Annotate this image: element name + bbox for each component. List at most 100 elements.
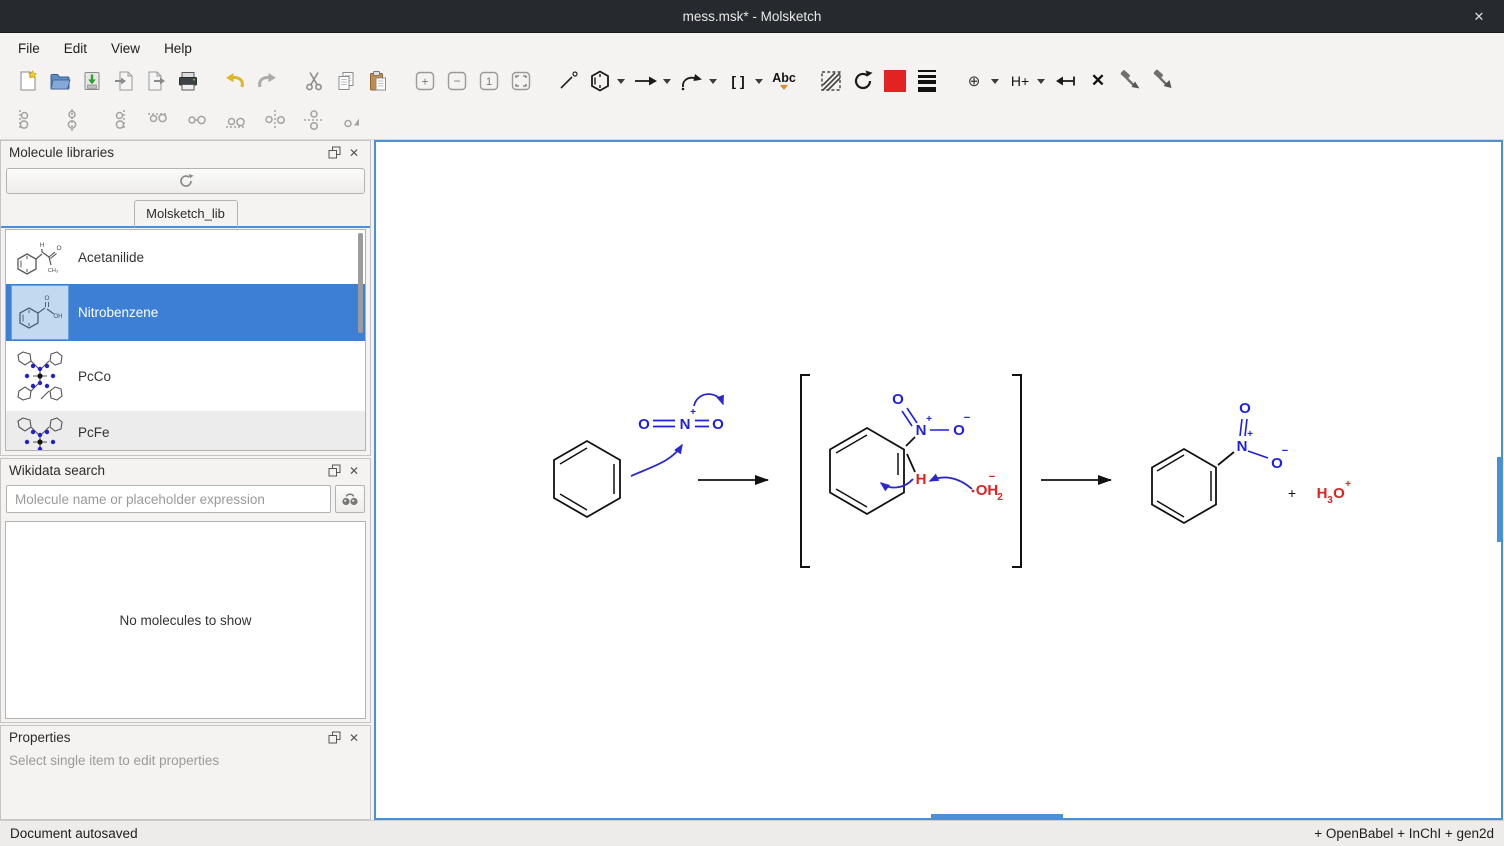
- menu-help[interactable]: Help: [152, 37, 204, 60]
- align-right-icon: [106, 107, 132, 133]
- hydrogen-tool-dropdown-icon[interactable]: [1037, 79, 1045, 84]
- arrow-tool-dropdown-icon[interactable]: [663, 79, 671, 84]
- molecule-search-input[interactable]: [6, 485, 331, 513]
- open-document-button[interactable]: [44, 65, 76, 97]
- paste-button[interactable]: [362, 65, 394, 97]
- angle-icon: [340, 107, 366, 133]
- mechanism-arrow-n-to-o[interactable]: [694, 394, 723, 406]
- molecule-libraries-header: Molecule libraries ✕: [1, 141, 370, 164]
- mechanism-arrow-tool-button[interactable]: [676, 65, 708, 97]
- mechanism-arrow-ch-to-ring[interactable]: [881, 479, 913, 488]
- line-width-tool-button[interactable]: [911, 65, 943, 97]
- save-document-button[interactable]: [76, 65, 108, 97]
- list-item-pcfe[interactable]: PcFe: [6, 411, 365, 451]
- drawing-canvas[interactable]: O N + O N + O: [374, 140, 1503, 820]
- molecule-hydronium[interactable]: H 3 O +: [1317, 479, 1352, 506]
- tab-molsketch-lib[interactable]: Molsketch_lib: [134, 200, 238, 228]
- import-document-button[interactable]: [108, 65, 140, 97]
- svg-text:CH₃: CH₃: [48, 268, 58, 274]
- mechanism-arrow-dropdown-icon[interactable]: [709, 79, 717, 84]
- text-tool-button[interactable]: Abc: [768, 65, 800, 97]
- molecule-nitronium[interactable]: O N + O: [638, 407, 724, 433]
- charge-tool-button[interactable]: ⊕: [958, 65, 990, 97]
- scissors-icon: [303, 70, 325, 92]
- copy-button[interactable]: [330, 65, 362, 97]
- svg-text:O: O: [56, 245, 61, 252]
- mechanism-arrow-ring-to-n[interactable]: [631, 445, 682, 476]
- align-right-button[interactable]: [104, 105, 134, 135]
- align-horizontal-center-button[interactable]: [182, 105, 212, 135]
- cut-button[interactable]: [298, 65, 330, 97]
- redo-button[interactable]: [251, 65, 283, 97]
- molecule-benzene-reactant[interactable]: [554, 441, 620, 517]
- window-close-button[interactable]: ✕: [1464, 0, 1494, 33]
- menu-file[interactable]: File: [6, 37, 52, 60]
- align-bottom-button[interactable]: [221, 105, 251, 135]
- svg-text:−: −: [989, 471, 995, 483]
- distribute-vertical-button[interactable]: [299, 105, 329, 135]
- bracket-tool-button[interactable]: [ ]: [722, 65, 754, 97]
- delete-tool-button[interactable]: ✕: [1082, 65, 1114, 97]
- draw-bond-tool-button[interactable]: [552, 65, 584, 97]
- svg-text:N: N: [1237, 438, 1248, 455]
- canvas-vertical-scrollbar[interactable]: [1497, 457, 1501, 542]
- bracket-tool-dropdown-icon[interactable]: [755, 79, 763, 84]
- zoom-fit-button[interactable]: [505, 65, 537, 97]
- wikidata-close-button[interactable]: ✕: [344, 462, 364, 480]
- properties-close-button[interactable]: ✕: [344, 729, 364, 747]
- angle-tool-button[interactable]: [338, 105, 368, 135]
- svg-text:H: H: [916, 471, 927, 488]
- hydrogen-tool-button[interactable]: H+: [1004, 65, 1036, 97]
- selection-hatch-icon: [819, 69, 843, 93]
- align-vertical-center-button[interactable]: [57, 105, 87, 135]
- molecule-nitrobenzene-product[interactable]: N + O O −: [1152, 400, 1288, 523]
- optimize-structure-alt-button[interactable]: [1146, 65, 1178, 97]
- list-item-nitrobenzene[interactable]: O OH Nitrobenzene: [6, 284, 365, 341]
- selection-tool-button[interactable]: [815, 65, 847, 97]
- export-document-button[interactable]: [140, 65, 172, 97]
- title-bar[interactable]: mess.msk* - Molsketch ✕: [0, 0, 1504, 33]
- properties-float-button[interactable]: [324, 729, 344, 747]
- libraries-close-button[interactable]: ✕: [344, 144, 364, 162]
- optimize-structure-button[interactable]: [1114, 65, 1146, 97]
- zoom-original-button[interactable]: 1: [473, 65, 505, 97]
- align-top-button[interactable]: [143, 105, 173, 135]
- wikidata-search-title: Wikidata search: [9, 463, 105, 478]
- ring-tool-button[interactable]: [584, 65, 616, 97]
- arrow-tool-button[interactable]: [630, 65, 662, 97]
- mechanism-arrow-base-to-h[interactable]: [930, 477, 972, 489]
- charge-tool-dropdown-icon[interactable]: [991, 79, 999, 84]
- list-item-pcco[interactable]: PcCo: [6, 341, 365, 411]
- search-button[interactable]: [335, 485, 365, 513]
- zoom-out-button[interactable]: −: [441, 65, 473, 97]
- menu-edit[interactable]: Edit: [52, 37, 99, 60]
- svg-text:+: +: [926, 414, 932, 425]
- print-button[interactable]: [172, 65, 204, 97]
- canvas-horizontal-scrollbar[interactable]: [931, 814, 1063, 818]
- libraries-float-button[interactable]: [324, 144, 344, 162]
- arrow-tick-tool-button[interactable]: [1050, 65, 1082, 97]
- list-item-acetanilide[interactable]: H O CH₃ Acetanilide: [6, 230, 365, 284]
- menu-view[interactable]: View: [99, 37, 152, 60]
- align-left-button[interactable]: [10, 105, 40, 135]
- wikidata-float-button[interactable]: [324, 462, 344, 480]
- hammer-arrow-alt-icon: [1150, 69, 1174, 93]
- status-bar: Document autosaved + OpenBabel + InChI +…: [0, 820, 1504, 846]
- zoom-in-button[interactable]: +: [409, 65, 441, 97]
- undo-button[interactable]: [219, 65, 251, 97]
- ring-tool-dropdown-icon[interactable]: [617, 79, 625, 84]
- window-title: mess.msk* - Molsketch: [683, 9, 822, 24]
- distribute-horizontal-button[interactable]: [260, 105, 290, 135]
- new-document-button[interactable]: [12, 65, 44, 97]
- molecule-arenium-intermediate[interactable]: N + O O − H: [830, 391, 970, 514]
- rotate-tool-button[interactable]: [847, 65, 879, 97]
- bracket-left[interactable]: [801, 375, 810, 567]
- refresh-libraries-button[interactable]: [6, 168, 365, 194]
- status-message: Document autosaved: [10, 826, 138, 841]
- molecule-water-base[interactable]: OH 2 −: [972, 471, 1004, 503]
- svg-text:O: O: [892, 391, 904, 408]
- color-tool-button[interactable]: [879, 65, 911, 97]
- bracket-right[interactable]: [1012, 375, 1021, 567]
- plus-sign[interactable]: +: [1288, 485, 1296, 501]
- library-list-scrollbar[interactable]: [358, 233, 363, 333]
